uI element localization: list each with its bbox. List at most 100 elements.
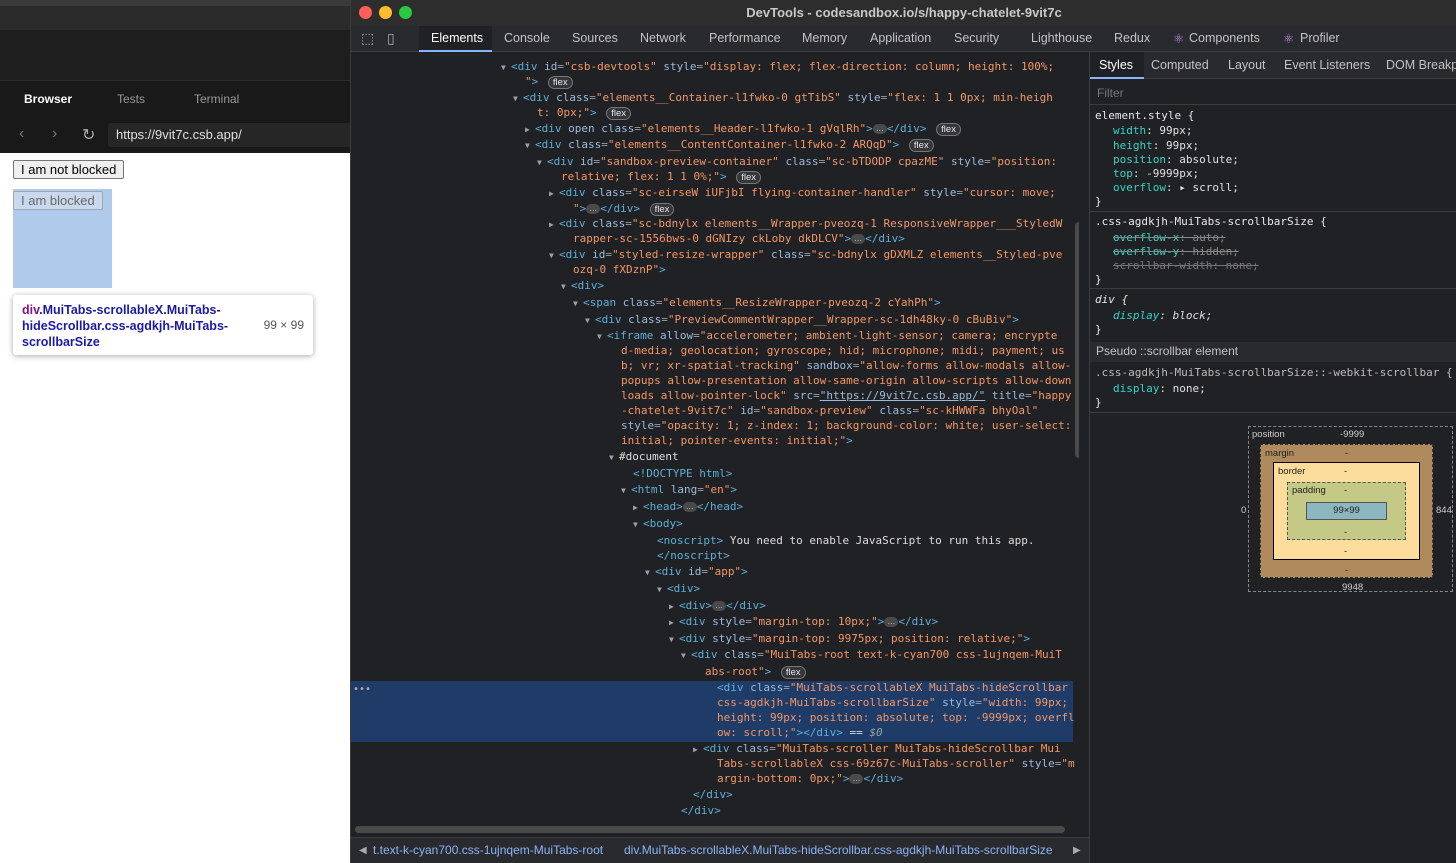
breadcrumb-right-arrow-icon[interactable]: ▶ <box>1073 845 1081 856</box>
expand-down-icon[interactable]: ▼ <box>669 632 679 647</box>
dom-node-line[interactable]: ozq-0 fXDznP"> <box>573 262 666 277</box>
style-prop-top[interactable]: top: -9999px; <box>1113 166 1199 181</box>
expand-down-icon[interactable]: ▼ <box>537 155 547 170</box>
tab-redux[interactable]: Redux <box>1114 31 1150 45</box>
dom-node-line[interactable]: ▶ <head>… </head> <box>633 499 743 515</box>
dom-node-line[interactable]: ▼ <div id="styled-resize-wrapper" class="… <box>549 247 1062 263</box>
box-model-content[interactable]: 99×99 <box>1306 502 1387 520</box>
dom-node-line[interactable]: relative; flex: 1 1 0%;"> flex <box>561 169 761 184</box>
expand-down-icon[interactable]: ▼ <box>501 60 511 75</box>
not-blocked-button[interactable]: I am not blocked <box>13 160 125 179</box>
dom-node-line[interactable]: ▼ <div id="csb-devtools" style="display: … <box>501 59 1054 75</box>
position-left-value[interactable]: 0 <box>1241 505 1246 516</box>
dom-node-line[interactable]: style="opacity: 1; z-index: 1; backgroun… <box>621 418 1071 433</box>
dom-node-line[interactable]: -chatelet-9vit7c" id="sandbox-preview" c… <box>621 403 1038 418</box>
style-prop-overflow[interactable]: overflow: ▸ scroll; <box>1113 180 1239 195</box>
dom-node-line[interactable]: ▶ <div open class="elements__Header-l1fwk… <box>525 121 961 137</box>
tab-console[interactable]: Console <box>504 31 550 45</box>
dom-node-line[interactable]: "> flex <box>525 74 573 89</box>
style-prop-overflow-x[interactable]: overflow-x: auto; <box>1113 230 1226 245</box>
style-prop-display-none[interactable]: display: none; <box>1113 381 1206 396</box>
dom-node-line[interactable]: ▼ <div> <box>561 278 604 294</box>
style-prop-height[interactable]: height: 99px; <box>1113 138 1199 153</box>
dom-node-line[interactable]: ▼ <div style="margin-top: 9975px; positio… <box>669 631 1030 647</box>
expand-down-icon[interactable]: ▼ <box>513 91 523 106</box>
expand-down-icon[interactable]: ▼ <box>585 313 595 328</box>
tab-browser[interactable]: Browser <box>24 92 72 106</box>
breadcrumb-left-arrow-icon[interactable]: ◀ <box>359 845 367 856</box>
tab-network[interactable]: Network <box>640 31 686 45</box>
dom-node-line[interactable]: b; vr; xr-spatial-tracking" sandbox="all… <box>621 358 1071 373</box>
tab-styles[interactable]: Styles <box>1099 58 1133 72</box>
dom-node-line[interactable]: argin-bottom: 0px;">… </div> <box>717 771 903 786</box>
border-top-value[interactable]: - <box>1344 466 1347 477</box>
expand-down-icon[interactable]: ▼ <box>573 296 583 311</box>
tab-performance[interactable]: Performance <box>709 31 781 45</box>
element-style-selector[interactable]: element.style { <box>1095 108 1194 123</box>
expand-right-icon[interactable]: ▶ <box>669 599 679 614</box>
tab-layout[interactable]: Layout <box>1228 58 1266 72</box>
dom-node-line[interactable]: ▼ <div> <box>657 581 700 597</box>
dom-node-line[interactable]: <!DOCTYPE html> <box>633 466 732 481</box>
dom-node-line[interactable]: ">… </div> flex <box>573 201 675 216</box>
dom-node-line[interactable]: <div class="MuiTabs-scrollableX MuiTabs-… <box>717 680 1068 695</box>
padding-bottom-value[interactable]: - <box>1344 527 1347 538</box>
expand-right-icon[interactable]: ▶ <box>693 742 703 757</box>
tab-tests[interactable]: Tests <box>117 92 145 106</box>
dom-node-line[interactable]: t: 0px;"> flex <box>537 105 632 120</box>
dom-node-line[interactable]: ▼ <div id="app"> <box>645 564 748 580</box>
dom-node-line[interactable]: <noscript> You need to enable JavaScript… <box>657 533 1035 548</box>
url-input[interactable]: https://9vit7c.csb.app/ <box>108 123 350 147</box>
forward-icon[interactable]: › <box>52 125 57 143</box>
padding-top-value[interactable]: - <box>1344 485 1347 496</box>
dom-node-line[interactable]: ▶ <div style="margin-top: 10px;">… </div> <box>669 614 938 630</box>
rule-selector-div[interactable]: div { <box>1095 292 1128 307</box>
dom-node-line[interactable]: ▼ <div class="PreviewCommentWrapper__Wrap… <box>585 312 1019 328</box>
tab-sources[interactable]: Sources <box>572 31 618 45</box>
blocked-button[interactable]: I am blocked <box>13 191 103 210</box>
expand-down-icon[interactable]: ▼ <box>561 279 571 294</box>
dom-node-line[interactable]: ▼ <div id="sandbox-preview-container" cla… <box>537 154 1057 170</box>
border-bottom-value[interactable]: - <box>1344 546 1347 557</box>
refresh-icon[interactable]: ↻ <box>82 125 95 145</box>
expand-down-icon[interactable]: ▼ <box>609 450 619 465</box>
dom-node-line[interactable]: ▼ <div class="elements__Container-l1fwko-… <box>513 90 1053 106</box>
expand-right-icon[interactable]: ▶ <box>549 217 559 232</box>
back-icon[interactable]: ‹ <box>19 125 24 143</box>
dom-node-line[interactable]: </div> <box>681 803 721 818</box>
dom-node-line[interactable]: </noscript> <box>657 548 730 563</box>
tab-application[interactable]: Application <box>870 31 931 45</box>
style-prop-position[interactable]: position: absolute; <box>1113 152 1239 167</box>
dom-node-line[interactable]: Tabs-scrollableX css-69z67c-MuiTabs-scro… <box>717 756 1075 771</box>
tab-dom-breakpoints[interactable]: DOM Breakpo <box>1386 58 1456 72</box>
inspect-element-icon[interactable]: ⬚ <box>361 30 374 47</box>
expand-down-icon[interactable]: ▼ <box>681 648 691 663</box>
tab-event-listeners[interactable]: Event Listeners <box>1284 58 1370 72</box>
expand-down-icon[interactable]: ▼ <box>597 329 607 344</box>
dom-node-line[interactable]: popups allow-presentation allow-same-ori… <box>621 373 1071 388</box>
dom-node-line[interactable]: ▼ <span class="elements__ResizeWrapper-pv… <box>573 295 941 311</box>
vertical-scrollbar[interactable] <box>1075 222 1079 458</box>
dom-node-line[interactable]: initial; pointer-events: initial;"> <box>621 433 853 448</box>
tab-components[interactable]: Components <box>1189 31 1260 45</box>
position-right-value[interactable]: 844 <box>1436 505 1452 516</box>
rule-selector-scrollbarsize[interactable]: .css-agdkjh-MuiTabs-scrollbarSize { <box>1095 214 1327 229</box>
elements-tree[interactable]: ••• ▼ <div id="csb-devtools" style="displ… <box>351 52 1079 825</box>
dom-node-line[interactable]: ▼ <div class="elements__ContentContainer-… <box>525 137 934 153</box>
more-options-icon[interactable]: ••• <box>353 684 371 695</box>
expand-right-icon[interactable]: ▶ <box>633 500 643 515</box>
tab-lighthouse[interactable]: Lighthouse <box>1031 31 1092 45</box>
position-bottom-value[interactable]: 9948 <box>1342 582 1363 593</box>
style-prop-display[interactable]: display: block; <box>1113 308 1212 323</box>
style-prop-width[interactable]: width: 99px; <box>1113 123 1193 138</box>
dom-node-line[interactable]: height: 99px; position: absolute; top: -… <box>717 710 1075 725</box>
dom-node-line[interactable]: ▼ <iframe allow="accelerometer; ambient-l… <box>597 328 1057 344</box>
dom-node-line[interactable]: ▼ #document <box>609 449 679 465</box>
dom-node-line[interactable]: ▼ <body> <box>633 516 683 532</box>
dom-node-line[interactable]: </div> <box>693 787 733 802</box>
tab-elements[interactable]: Elements <box>431 31 483 45</box>
breadcrumb-item-parent[interactable]: t.text-k-cyan700.css-1ujnqem-MuiTabs-roo… <box>373 843 603 857</box>
style-prop-scrollbar-width[interactable]: scrollbar-width: none; <box>1113 258 1259 273</box>
expand-down-icon[interactable]: ▼ <box>633 517 643 532</box>
expand-right-icon[interactable]: ▶ <box>669 615 679 630</box>
